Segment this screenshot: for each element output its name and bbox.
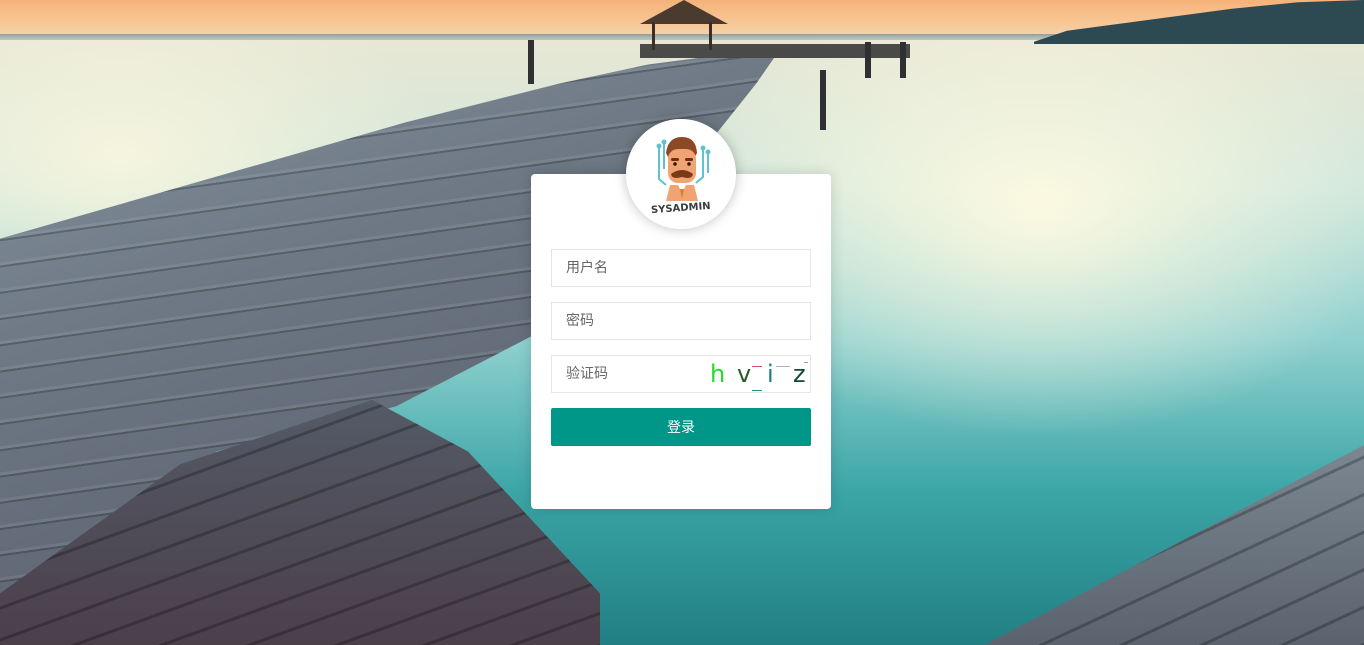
captcha-noise-line: [752, 390, 762, 391]
captcha-char: z: [793, 360, 806, 388]
captcha-char: h: [710, 360, 726, 388]
login-button[interactable]: 登录: [551, 408, 811, 446]
sysadmin-avatar-icon: SYSADMIN: [626, 119, 736, 229]
username-field[interactable]: [551, 249, 811, 287]
captcha-char: i: [767, 360, 774, 388]
pier-post: [820, 70, 826, 130]
pier-post: [865, 42, 871, 78]
captcha-noise-line: [752, 366, 762, 367]
captcha-image[interactable]: hviz: [692, 356, 810, 392]
gazebo: [652, 22, 712, 50]
avatar: SYSADMIN: [626, 119, 736, 229]
captcha-field[interactable]: hviz: [551, 355, 811, 393]
pier-post: [528, 40, 534, 84]
username-input[interactable]: [552, 250, 810, 286]
pier-post: [900, 42, 906, 78]
captcha-noise-line: [776, 366, 790, 367]
password-field[interactable]: [551, 302, 811, 340]
password-input[interactable]: [552, 303, 810, 339]
captcha-input[interactable]: [552, 356, 682, 392]
captcha-char: v: [737, 360, 752, 388]
